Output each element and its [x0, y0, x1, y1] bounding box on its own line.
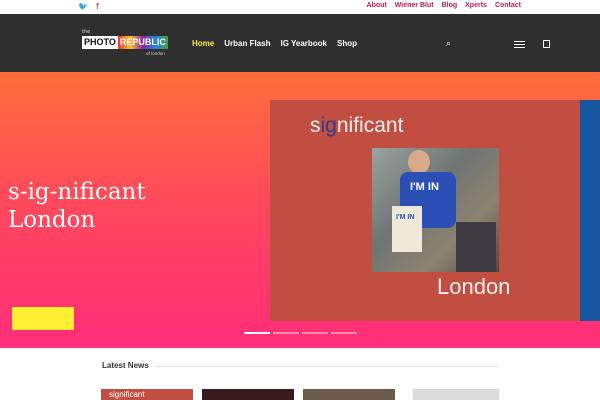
hero-title: s-ig-nificant London [8, 178, 146, 234]
poster-word-s: s [310, 114, 321, 137]
utility-link-about[interactable]: About [367, 2, 387, 9]
poster-word-london: London [437, 274, 511, 299]
logo-republic: REPUBLIC [117, 36, 168, 49]
logo-wordmark: PHOTO REPUBLIC [82, 36, 168, 49]
latest-news-heading: Latest News [102, 361, 149, 370]
photo-bag: I'M IN [392, 206, 422, 252]
slider-pagination [244, 332, 357, 334]
utility-link-blog[interactable]: Blog [442, 2, 458, 9]
hero-title-line2: London [8, 207, 96, 233]
poster-word-nificant: nificant [336, 114, 404, 137]
utility-link-contact[interactable]: Contact [495, 2, 521, 9]
news-card-3[interactable] [303, 389, 395, 400]
photo-head [408, 150, 430, 174]
shirt-text: I'M IN [410, 181, 439, 193]
hero-title-line1: s-ig-nificant [8, 179, 146, 205]
main-nav: Home Urban Flash IG Yearbook Shop [192, 39, 357, 48]
logo-the: the [82, 29, 91, 35]
bag-text: I'M IN [396, 214, 415, 221]
hero-cta-button[interactable] [12, 307, 74, 330]
utility-links: About Wiener Blut Blog Xperts Contact [367, 2, 521, 9]
poster-word-significant: significant [310, 114, 403, 138]
news-card-1[interactable]: significant [101, 389, 193, 400]
cart-icon[interactable] [543, 40, 550, 48]
slider-dot-4[interactable] [331, 332, 357, 334]
utility-link-xperts[interactable]: Xperts [465, 2, 487, 9]
nav-item-shop[interactable]: Shop [337, 39, 357, 48]
slider-dot-3[interactable] [302, 332, 328, 334]
top-utility-bar: 🐦 f About Wiener Blut Blog Xperts Contac… [0, 0, 600, 14]
search-icon[interactable]: ⌕ [446, 39, 451, 49]
nav-item-ig-yearbook[interactable]: IG Yearbook [280, 39, 327, 48]
latest-news-divider [154, 366, 498, 367]
twitter-icon[interactable]: 🐦 [78, 2, 88, 12]
menu-icon[interactable] [514, 41, 525, 49]
nav-item-home[interactable]: Home [192, 39, 214, 48]
hero-slider: s-ig-nificant London significant I'M IN … [0, 72, 600, 348]
photo-seat [456, 222, 496, 272]
utility-link-wiener-blut[interactable]: Wiener Blut [395, 2, 434, 9]
main-header: the PHOTO REPUBLIC of london Home Urban … [0, 14, 600, 72]
poster-photo: I'M IN I'M IN [372, 148, 499, 272]
logo-london: of london [146, 51, 165, 56]
poster-edge-strip [580, 100, 600, 321]
logo-photo: PHOTO [82, 36, 118, 49]
social-links: 🐦 f [78, 2, 99, 12]
poster-word-ig: ig [320, 114, 337, 137]
news-card-4[interactable] [413, 389, 499, 400]
news-card-2[interactable] [202, 389, 294, 400]
facebook-icon[interactable]: f [96, 2, 99, 12]
slider-dot-1[interactable] [244, 332, 270, 334]
slider-dot-2[interactable] [273, 332, 299, 334]
hero-poster-image: significant I'M IN I'M IN London [270, 100, 580, 321]
news-card-1-label: significant [109, 390, 145, 399]
site-logo[interactable]: the PHOTO REPUBLIC of london [82, 29, 172, 59]
nav-item-urban-flash[interactable]: Urban Flash [224, 39, 270, 48]
